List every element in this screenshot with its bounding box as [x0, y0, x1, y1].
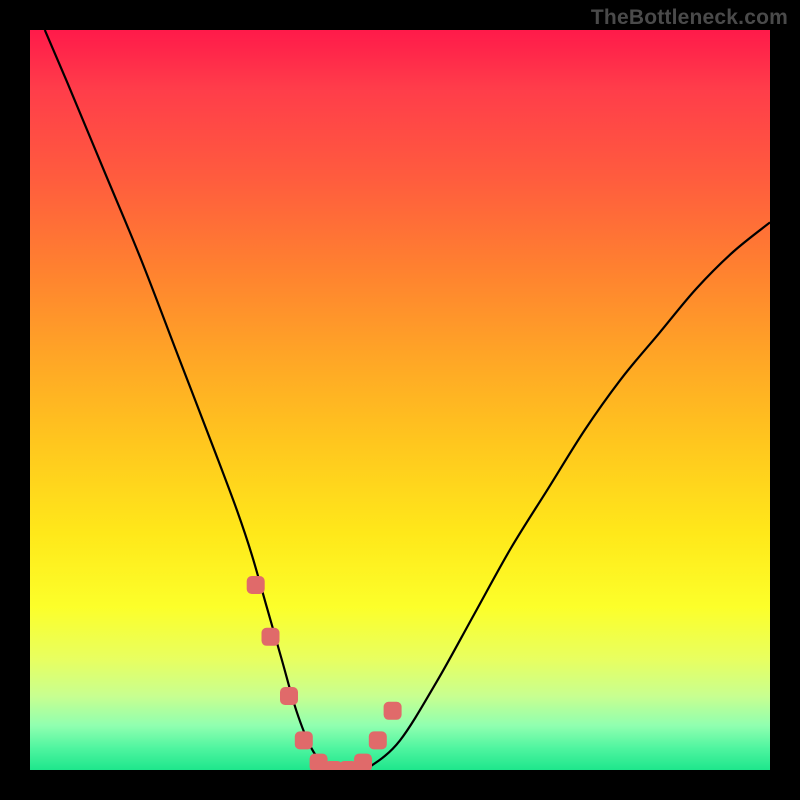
highlight-dot [384, 702, 402, 720]
curve-line [45, 30, 770, 770]
highlight-dot [247, 576, 265, 594]
highlight-dots [247, 576, 402, 770]
highlight-dot [262, 628, 280, 646]
highlight-dot [295, 731, 313, 749]
highlight-dot [354, 754, 372, 770]
highlight-dot [369, 731, 387, 749]
watermark-text: TheBottleneck.com [591, 6, 788, 30]
chart-plot-area [30, 30, 770, 770]
curve-path [45, 30, 770, 770]
highlight-dot [280, 687, 298, 705]
chart-svg [30, 30, 770, 770]
